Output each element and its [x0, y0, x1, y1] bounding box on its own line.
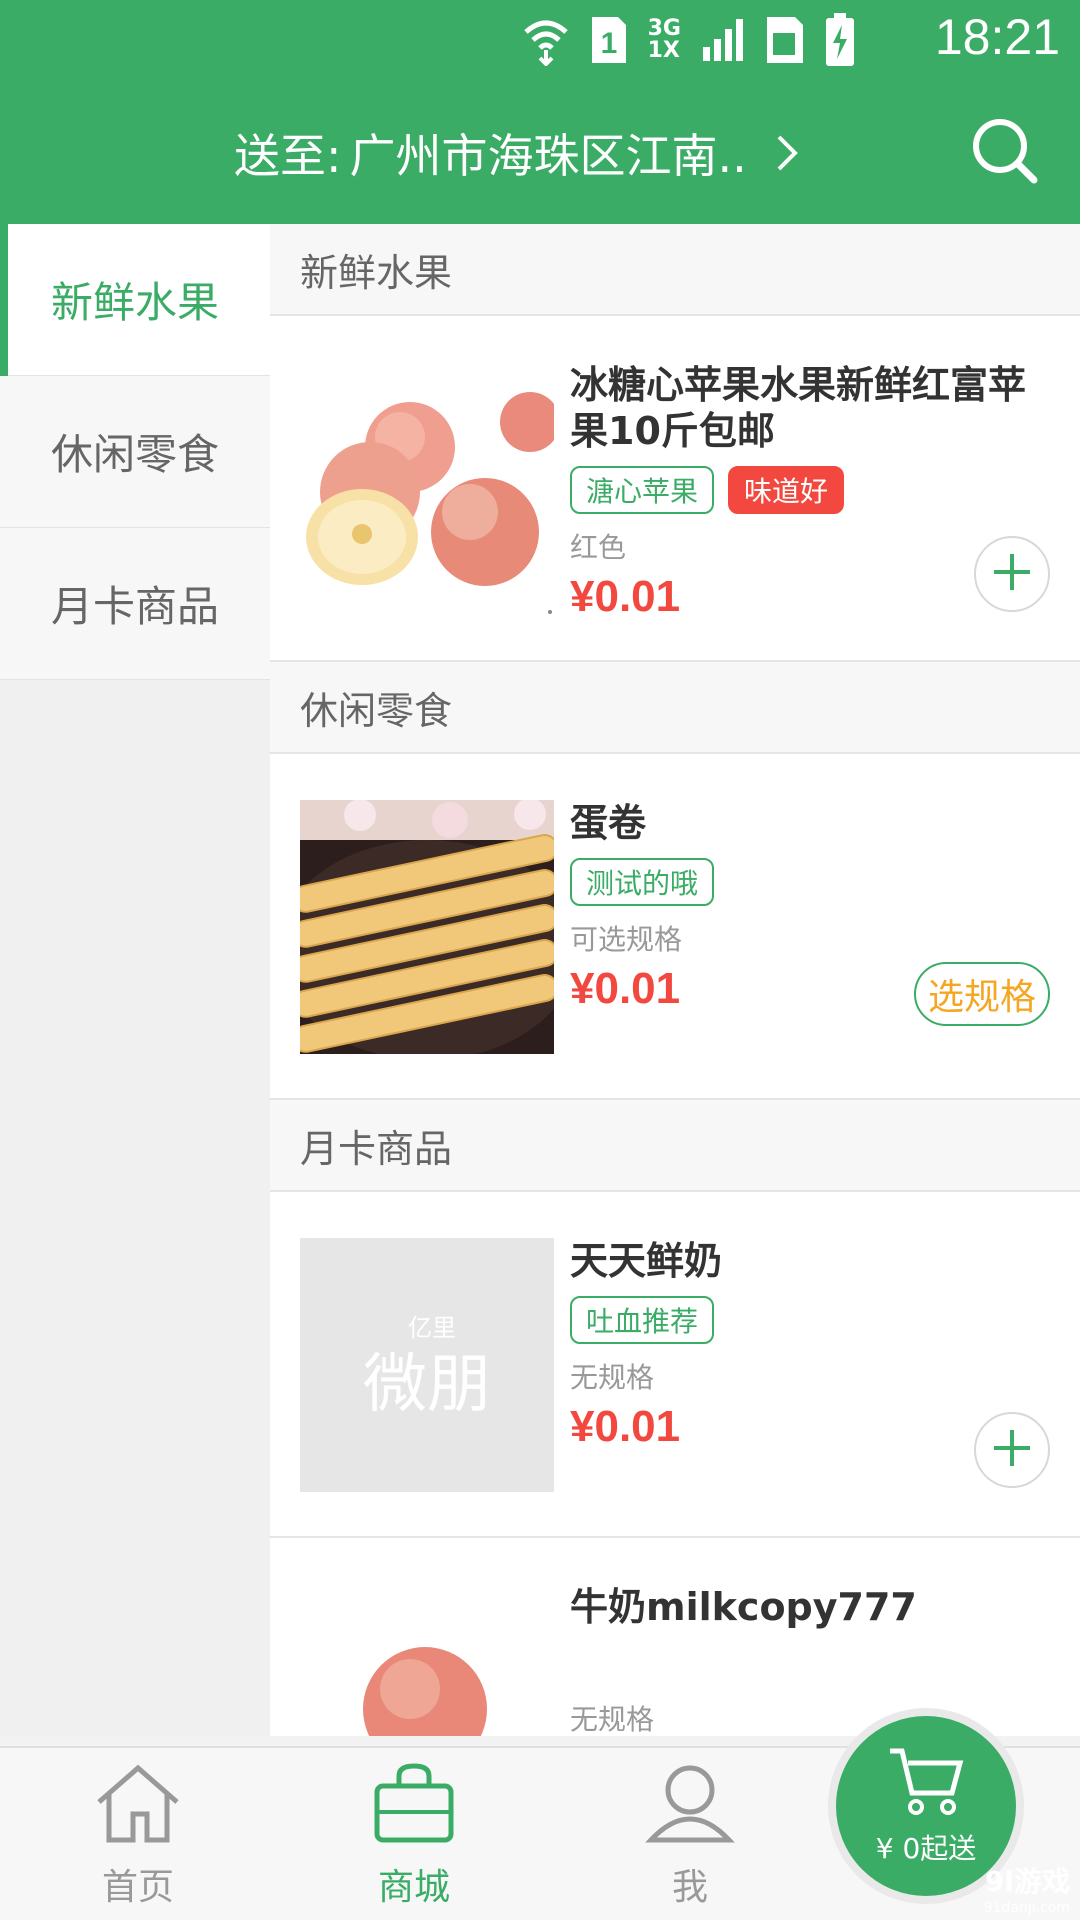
search-icon[interactable] [970, 116, 1040, 186]
product-item[interactable]: 冰糖心苹果水果新鲜红富苹果10斤包邮 溏心苹果 味道好 红色 ¥0.01 [270, 316, 1080, 662]
product-tags: 溏心苹果 味道好 [570, 466, 1060, 514]
status-icons: 1 3G 1X [522, 10, 855, 70]
plus-icon [992, 552, 1032, 596]
product-spec: 无规格 [570, 1361, 655, 1394]
product-image-apples[interactable] [300, 362, 554, 616]
shopping-bag-icon [369, 1762, 459, 1848]
product-image-placeholder[interactable]: 亿里 微朋 [300, 1238, 554, 1492]
header: 送至: 广州市海珠区江南.. [0, 78, 1080, 224]
tab-home[interactable]: 首页 [38, 1762, 238, 1912]
home-icon [93, 1762, 183, 1848]
product-spec: 可选规格 [570, 923, 683, 956]
product-tags: 吐血推荐 [570, 1296, 1060, 1344]
wifi-icon [522, 14, 570, 66]
address-label: 送至: [234, 129, 342, 183]
product-tag: 测试的哦 [570, 858, 715, 906]
sim-icon: 1 [590, 15, 628, 65]
tab-label: 首页 [101, 1867, 174, 1908]
add-to-cart-button[interactable] [974, 1412, 1050, 1488]
status-bar: 1 3G 1X 18:21 [0, 0, 1080, 78]
delivery-address[interactable]: 送至: 广州市海珠区江南.. [234, 120, 799, 186]
tab-label: 商城 [377, 1867, 450, 1908]
cart-min-order: ¥ 0起送 [875, 1832, 977, 1865]
product-tag: 味道好 [728, 466, 845, 514]
product-info: 天天鲜奶 吐血推荐 无规格 ¥0.01 [570, 1238, 1060, 1452]
sidebar-item-snacks[interactable]: 休闲零食 [0, 376, 270, 528]
sidebar-item-monthly-card[interactable]: 月卡商品 [0, 528, 270, 680]
sidebar-item-fresh-fruit[interactable]: 新鲜水果 [0, 224, 270, 376]
add-to-cart-button[interactable] [974, 536, 1050, 612]
svg-text:1: 1 [600, 27, 617, 60]
product-title: 天天鲜奶 [570, 1239, 723, 1283]
section-header-fresh-fruit: 新鲜水果 [270, 224, 1080, 316]
section-header-snacks: 休闲零食 [270, 662, 1080, 754]
battery-icon [825, 13, 855, 67]
product-item[interactable]: 亿里 微朋 天天鲜奶 吐血推荐 无规格 ¥0.01 [270, 1192, 1080, 1538]
cart-icon [886, 1745, 966, 1821]
product-tags: 测试的哦 [570, 858, 1060, 906]
section-header-monthly-card: 月卡商品 [270, 1100, 1080, 1192]
choose-spec-button[interactable]: 选规格 [913, 962, 1050, 1026]
product-tag: 吐血推荐 [570, 1296, 715, 1344]
address-text: 广州市海珠区江南.. [349, 129, 747, 183]
product-image-apple[interactable] [300, 1584, 554, 1736]
svg-text:微朋: 微朋 [363, 1348, 491, 1422]
sidebar-item-label: 新鲜水果 [50, 278, 219, 327]
sidebar-item-label: 休闲零食 [50, 430, 219, 479]
user-icon [645, 1762, 735, 1848]
category-sidebar: 新鲜水果 休闲零食 月卡商品 [0, 224, 270, 1736]
chevron-right-icon [775, 133, 799, 173]
plus-icon [992, 1428, 1032, 1472]
signal-icon [701, 17, 745, 63]
product-item[interactable]: 牛奶milkcopy777 无规格 [270, 1538, 1080, 1736]
product-title: 冰糖心苹果水果新鲜红富苹果10斤包邮 [570, 363, 1027, 453]
watermark-site: 91danji.com [983, 1900, 1070, 1916]
product-tag: 溏心苹果 [570, 466, 715, 514]
top-bar: 1 3G 1X 18:21 送至: 广州市海珠区江南.. [0, 0, 1080, 224]
placeholder-logo: 亿里 微朋 [300, 1238, 554, 1492]
product-title: 牛奶milkcopy777 [570, 1585, 917, 1629]
status-time: 18:21 [934, 9, 1060, 65]
product-title: 蛋卷 [570, 801, 647, 845]
product-list[interactable]: 新鲜水果 冰糖心苹果水果新鲜红富苹果10斤包邮 溏心苹果 味道好 红色 ¥0.0… [270, 224, 1080, 1736]
network-type: 3G 1X [647, 16, 681, 63]
sim-card-icon [765, 15, 805, 65]
tab-me[interactable]: 我 [590, 1762, 790, 1912]
watermark-brand: 9l游戏 [984, 1865, 1070, 1898]
svg-text:亿里: 亿里 [408, 1314, 456, 1342]
watermark: 9l游戏 91danji.com [984, 1860, 1070, 1916]
sidebar-item-label: 月卡商品 [50, 582, 219, 631]
product-item[interactable]: 蛋卷 测试的哦 可选规格 ¥0.01 选规格 [270, 754, 1080, 1100]
product-info: 牛奶milkcopy777 无规格 [570, 1584, 1060, 1736]
tab-mall[interactable]: 商城 [314, 1762, 514, 1912]
tab-label: 我 [671, 1867, 708, 1908]
product-image-egg-rolls[interactable] [300, 800, 554, 1054]
